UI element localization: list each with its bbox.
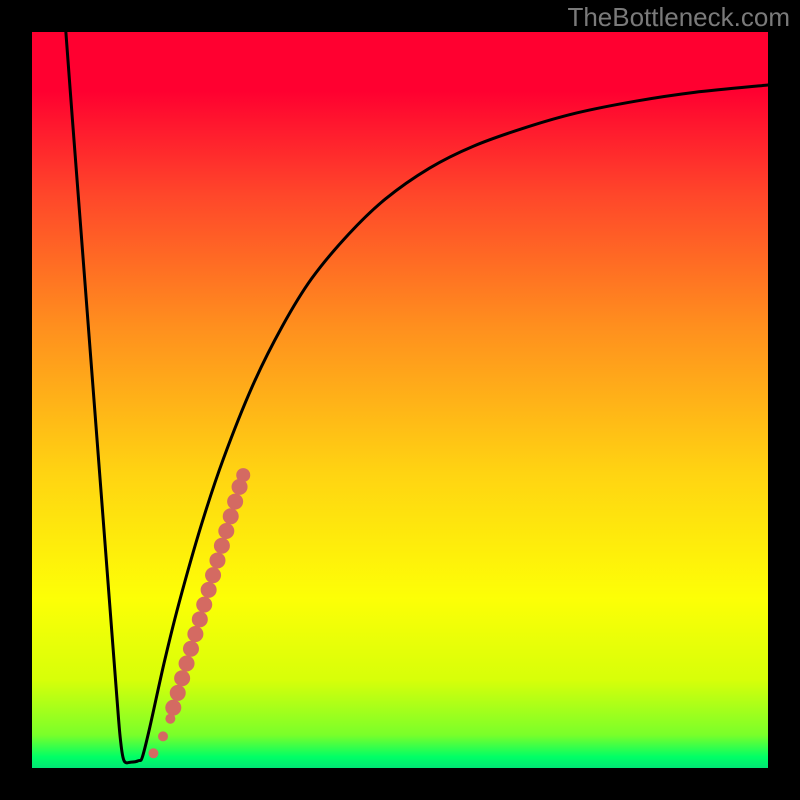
bottleneck-chart: TheBottleneck.com <box>0 0 800 800</box>
watermark-text: TheBottleneck.com <box>567 2 790 33</box>
marker-point <box>158 731 168 741</box>
marker-point <box>201 582 217 598</box>
marker-point <box>170 685 186 701</box>
marker-point <box>187 626 203 642</box>
marker-point <box>227 494 243 510</box>
marker-point <box>205 567 221 583</box>
plot-background <box>32 32 768 768</box>
marker-point <box>183 641 199 657</box>
marker-point <box>174 670 190 686</box>
marker-point <box>214 538 230 554</box>
marker-point <box>196 597 212 613</box>
marker-point <box>209 552 225 568</box>
marker-point <box>179 655 195 671</box>
marker-point <box>165 700 181 716</box>
marker-point <box>236 468 250 482</box>
marker-point <box>223 508 239 524</box>
marker-point <box>192 611 208 627</box>
chart-svg <box>0 0 800 800</box>
marker-point <box>218 523 234 539</box>
marker-point <box>148 748 158 758</box>
